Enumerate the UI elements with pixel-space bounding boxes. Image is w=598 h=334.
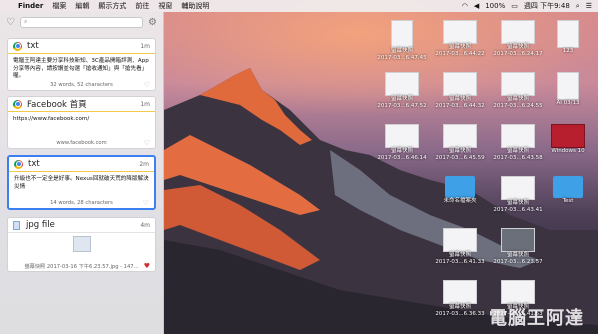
- search-icon: ⌕: [23, 18, 28, 25]
- clip-card-4[interactable]: jpg file 4m 螢幕快照 2017-03-16 下午6.23.57.jp…: [7, 217, 156, 272]
- clip-footer: 螢幕快照 2017-03-16 下午6.23.57.jpg - 147... ♥: [8, 261, 155, 271]
- screenshot-icon: [501, 228, 535, 252]
- clip-footer: 32 words, 52 characters ♡: [8, 80, 155, 90]
- clip-time: 1m: [140, 100, 150, 108]
- clip-body: 電腦王阿達主要分享科技新知、3C產品開箱評測、App分享等內容，請按讚並勾選「搶…: [13, 58, 149, 79]
- desktop-icon-screenshot[interactable]: 螢幕快照 2017-03...6.41.33: [432, 228, 488, 265]
- desktop-icon-screenshot[interactable]: 螢幕快照 2017-03...6.43.58: [490, 124, 546, 161]
- image-thumbnail: [72, 236, 91, 252]
- gear-icon[interactable]: ⚙: [148, 17, 157, 28]
- screenshot-icon: [385, 124, 419, 148]
- desktop-icon-screenshot[interactable]: 螢幕快照 2017-03...6.43.41: [490, 176, 546, 213]
- clip-time: 4m: [140, 221, 150, 229]
- clip-time: 1m: [140, 42, 150, 50]
- clip-card-3-selected[interactable]: txt 2m 升級也不一定全是好事。Nexus回就破天荒的降版解決災情 14 w…: [7, 155, 156, 210]
- screenshot-icon: [501, 176, 535, 200]
- screenshot-icon: [443, 280, 477, 304]
- screenshot-icon: [443, 20, 477, 44]
- desktop-icon-screenshot[interactable]: 螢幕快照 2017-03...6.36.33: [432, 280, 488, 317]
- clip-stats: 14 words, 28 characters: [50, 200, 113, 206]
- desktop-icon-document[interactable]: 123: [540, 20, 596, 55]
- clip-card-1[interactable]: txt 1m 電腦王阿達主要分享科技新知、3C產品開箱評測、App分享等內容，請…: [7, 38, 156, 91]
- favorite-heart-icon[interactable]: ♡: [143, 199, 149, 207]
- clip-title: txt: [27, 41, 39, 51]
- clock[interactable]: 週四 下午9:48: [524, 1, 570, 11]
- menu-help[interactable]: 輔助說明: [181, 1, 209, 11]
- clip-footer: www.facebook.com ♡: [8, 138, 155, 148]
- favorite-heart-icon[interactable]: ♡: [144, 81, 150, 89]
- menu-go[interactable]: 前往: [135, 1, 149, 11]
- folder-icon: [553, 176, 583, 198]
- menu-view[interactable]: 顯示方式: [98, 1, 126, 11]
- parallels-icon: [551, 124, 585, 148]
- image-file-icon: [13, 220, 20, 230]
- desktop-icon-screenshot[interactable]: 螢幕快照 2017-03...6.44.22: [432, 20, 488, 57]
- clip-title: txt: [28, 159, 40, 169]
- menu-bar: Finder 檔案 編輯 顯示方式 前往 視窗 輔助說明 ◠ ◀ 100% ▭ …: [0, 0, 598, 12]
- clip-header: Facebook 首頁 1m: [8, 97, 155, 112]
- desktop-icon-screenshot[interactable]: 螢幕快照 2017-03...6.44.32: [432, 72, 488, 109]
- menu-extras: ◠ ◀ 100% ▭ 週四 下午9:48 ⌕ ☰: [462, 1, 592, 11]
- chrome-icon: [14, 159, 23, 169]
- search-input[interactable]: ⌕: [19, 16, 144, 28]
- screenshot-icon: [501, 280, 535, 304]
- volume-icon[interactable]: ◀: [474, 2, 479, 10]
- screenshot-icon: [443, 124, 477, 148]
- menu-edit[interactable]: 編輯: [75, 1, 89, 11]
- panel-toolbar: ♡ ⌕ ⚙: [0, 12, 163, 32]
- chrome-icon: [13, 41, 22, 51]
- clip-footer: 14 words, 28 characters ♡: [9, 198, 154, 208]
- desktop-icon-screenshot[interactable]: 螢幕快照 2017-03...6.23.57: [490, 228, 546, 265]
- screenshot-icon: [443, 228, 477, 252]
- desktop-icon-screenshot[interactable]: 螢幕快照 2017-03...6.47.52: [374, 72, 430, 109]
- menu-file[interactable]: 檔案: [52, 1, 66, 11]
- favorite-heart-icon-filled[interactable]: ♥: [144, 262, 150, 270]
- clip-title: jpg file: [26, 220, 55, 230]
- favorites-heart-icon[interactable]: ♡: [6, 17, 15, 28]
- desktop-icon-screenshot[interactable]: 螢幕快照 2017-03...6.24.17: [490, 20, 546, 57]
- chrome-icon: [13, 99, 22, 109]
- clip-card-2[interactable]: Facebook 首頁 1m https://www.facebook.com/…: [7, 96, 156, 149]
- desktop-icon-ai-file[interactable]: AI 03/13: [540, 72, 596, 107]
- desktop-icon-folder[interactable]: Test: [540, 176, 596, 205]
- wifi-icon[interactable]: ◠: [462, 2, 468, 10]
- ai-file-icon: [557, 72, 579, 100]
- clipboard-panel: ♡ ⌕ ⚙ txt 1m 電腦王阿達主要分享科技新知、3C產品開箱評測、App分…: [0, 12, 164, 334]
- clip-filename: 螢幕快照 2017-03-16 下午6.23.57.jpg - 147...: [24, 263, 139, 270]
- favorite-heart-icon[interactable]: ♡: [144, 139, 150, 147]
- battery-icon[interactable]: ▭: [511, 2, 518, 10]
- desktop-icon-screenshot[interactable]: 螢幕快照 2017-03...6.47.45: [374, 20, 430, 61]
- clip-source: www.facebook.com: [56, 140, 107, 146]
- desktop-icon-screenshot[interactable]: 螢幕快照 2017-03...6.46.14: [374, 124, 430, 161]
- clip-header: txt 1m: [8, 39, 155, 54]
- screenshot-icon: [501, 72, 535, 96]
- clip-body: 升級也不一定全是好事。Nexus回就破天荒的降版解決災情: [14, 176, 149, 190]
- spotlight-icon[interactable]: ⌕: [576, 2, 580, 11]
- menu-finder[interactable]: Finder: [18, 2, 43, 10]
- clip-body: https://www.facebook.com/: [13, 116, 90, 122]
- clip-header: txt 2m: [9, 157, 154, 172]
- desktop-icon-folder[interactable]: 未命名檔案夾: [432, 176, 488, 205]
- screenshot-icon: [501, 20, 535, 44]
- battery-percent[interactable]: 100%: [485, 2, 505, 10]
- clip-title: Facebook 首頁: [27, 100, 87, 110]
- clip-time: 2m: [139, 160, 149, 168]
- clip-stats: 32 words, 52 characters: [50, 82, 113, 88]
- desktop-icon-screenshot[interactable]: 螢幕快照 2017-03...6.45.59: [432, 124, 488, 161]
- desktop-icon-screenshot[interactable]: 螢幕快照 2017-03...6.24.55: [490, 72, 546, 109]
- menu-window[interactable]: 視窗: [158, 1, 172, 11]
- clip-header: jpg file 4m: [8, 218, 155, 233]
- notification-center-icon[interactable]: ☰: [586, 2, 592, 10]
- folder-icon: [445, 176, 475, 198]
- screenshot-icon: [391, 20, 413, 48]
- screenshot-icon: [501, 124, 535, 148]
- screenshot-icon: [443, 72, 477, 96]
- desktop-icon-parallels-windows[interactable]: Windows 10: [540, 124, 596, 155]
- document-icon: [557, 20, 579, 48]
- screenshot-icon: [385, 72, 419, 96]
- watermark-logo: 電腦王阿達: [489, 308, 584, 329]
